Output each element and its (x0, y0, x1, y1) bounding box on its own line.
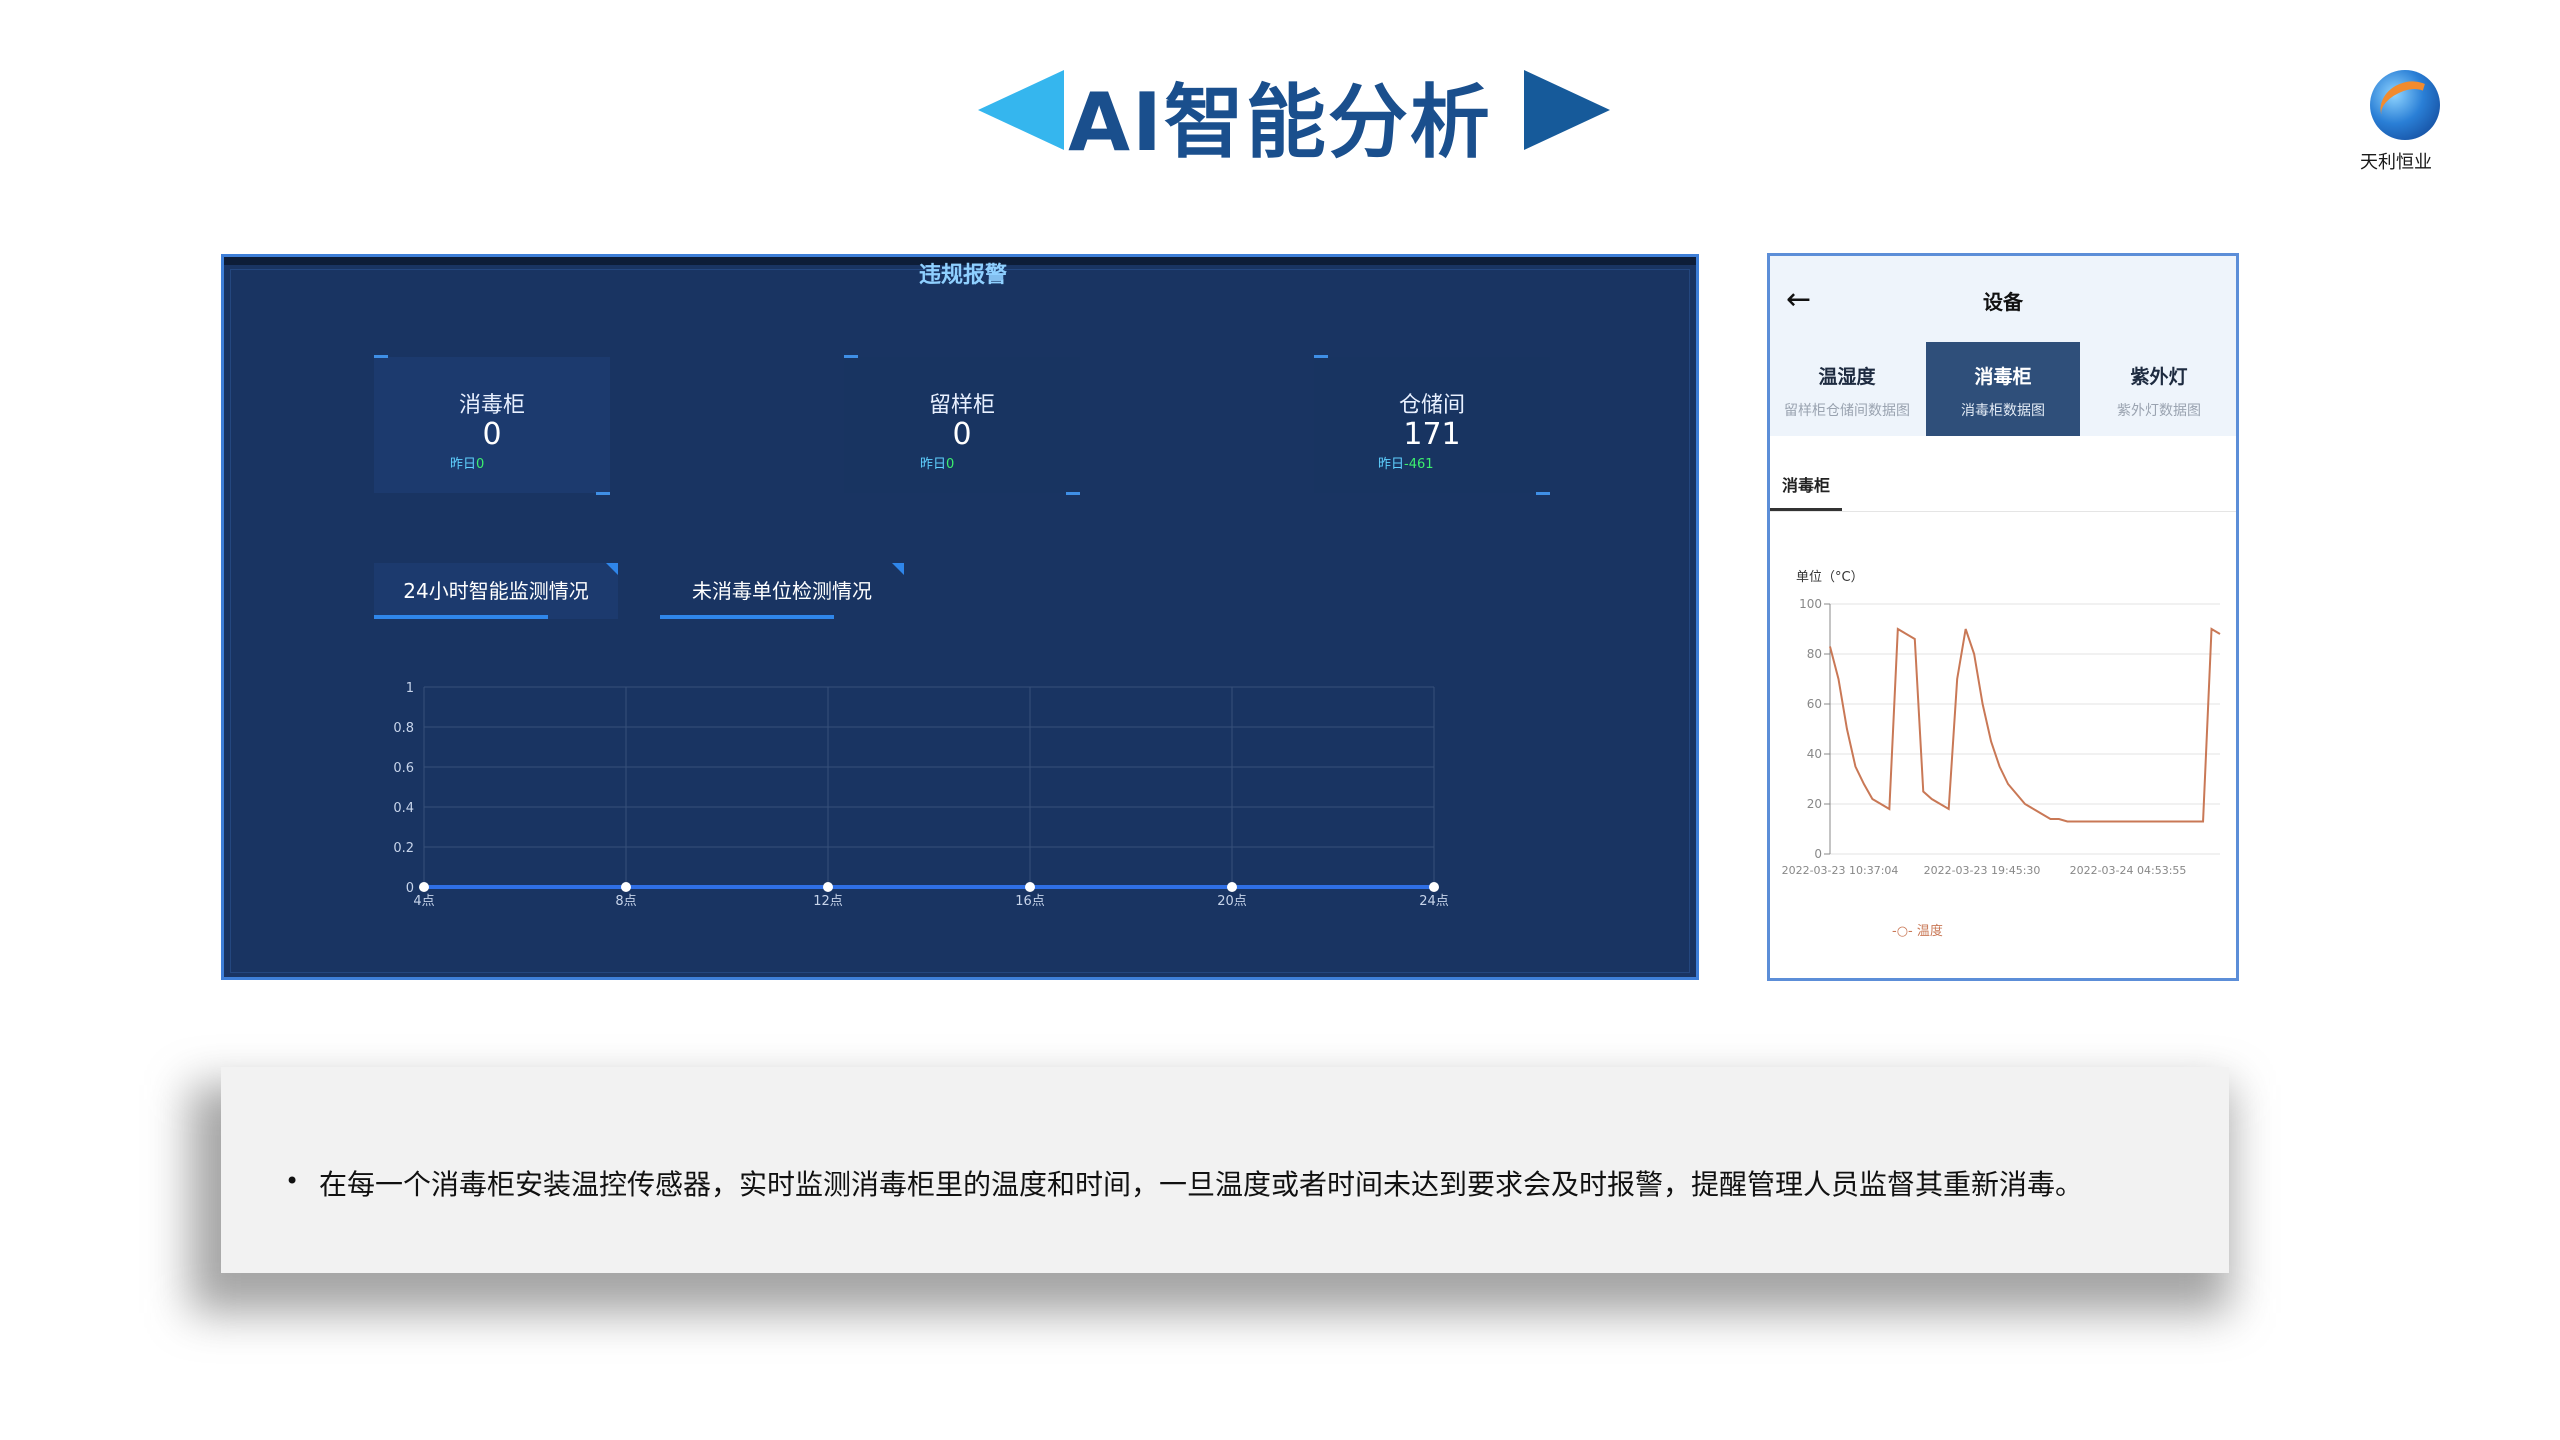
slide-title-text: AI智能分析 (1068, 76, 1492, 169)
x-tick-label: 16点 (1015, 894, 1045, 909)
slide-title: AI智能分析 (0, 58, 2560, 174)
note-box: • 在每一个消毒柜安装温控传感器，实时监测消毒柜里的温度和时间，一旦温度或者时间… (221, 1067, 2229, 1273)
x-tick-label: 2022-03-23 10:37:04 (1782, 864, 1899, 877)
x-tick-label: 20点 (1217, 894, 1247, 909)
legend-line-circle-icon: -○- (1892, 924, 1913, 939)
x-tick-label: 4点 (413, 894, 434, 909)
temperature-line (1829, 627, 2221, 823)
y-tick-label: 40 (1807, 747, 1822, 761)
y-tick-label: 60 (1807, 697, 1822, 711)
y-tick-label: 1 (406, 681, 414, 696)
x-tick-label: 24点 (1419, 894, 1449, 909)
data-point (1227, 882, 1237, 892)
y-tick-label: 0.6 (393, 761, 414, 776)
note-bullet: • (285, 1167, 300, 1195)
y-tick-label: 80 (1807, 647, 1822, 661)
y-tick-label: 0.4 (393, 801, 414, 816)
y-tick-label: 20 (1807, 797, 1822, 811)
data-point (621, 882, 631, 892)
data-point (823, 882, 833, 892)
legend-label: 温度 (1916, 924, 1943, 939)
phone-chart-legend[interactable]: -○- 温度 (1892, 920, 1943, 939)
data-point (1025, 882, 1035, 892)
monitoring-chart: 00.20.40.60.814点 8点 12点 16点 20点 24点 (393, 681, 1449, 909)
temperature-chart: 0 20 40 60 80 100 2022-03-23 10:37:04 2022-03-2… (1782, 597, 2221, 877)
company-logo: 天利恒业 (2360, 70, 2445, 173)
logo-text: 天利恒业 (2360, 152, 2432, 173)
triangle-right-icon (1524, 70, 1610, 150)
note-text: 在每一个消毒柜安装温控传感器，实时监测消毒柜里的温度和时间，一旦温度或者时间未达… (319, 1168, 2084, 1201)
x-tick-label: 8点 (615, 894, 636, 909)
x-tick-label: 2022-03-24 04:53:55 (2070, 864, 2187, 877)
y-tick-label: 0 (1814, 847, 1822, 861)
phone-panel: ← 设备 温湿度 留样柜仓储间数据图 消毒柜 消毒柜数据图 紫外灯 紫外灯数据图… (1767, 253, 2239, 981)
y-tick-label: 100 (1799, 597, 1822, 611)
y-tick-label: 0.2 (393, 841, 414, 856)
dashboard-panel: 违规报警 消毒柜 0 昨日0 留样柜 0 昨日0 仓储间 171 昨日-461 … (221, 254, 1699, 980)
y-tick-label: 0.8 (393, 721, 414, 736)
data-point (1429, 882, 1439, 892)
x-tick-label: 12点 (813, 894, 843, 909)
x-tick-label: 2022-03-23 19:45:30 (1924, 864, 2041, 877)
data-point (419, 882, 429, 892)
